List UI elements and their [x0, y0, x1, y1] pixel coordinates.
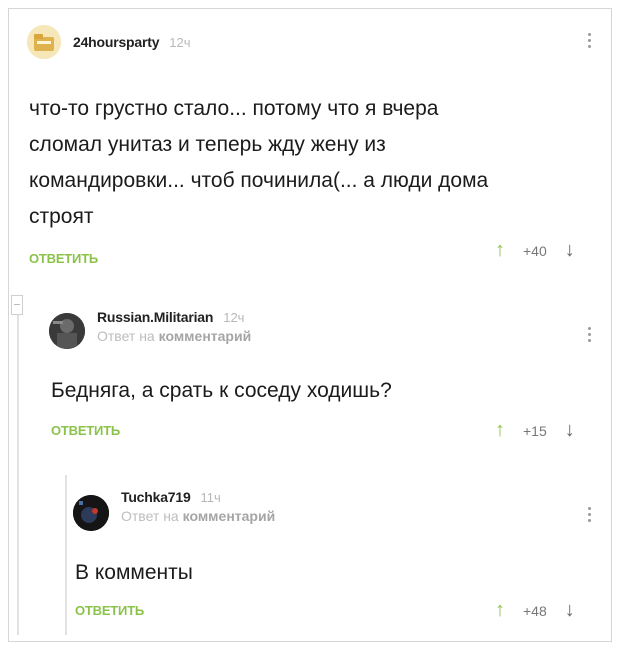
reply-to-link[interactable]: комментарий: [183, 508, 276, 524]
comment-2-meta: Russian.Militarian 12ч Ответ на коммента…: [97, 309, 251, 344]
comment-text-line: Бедняга, а срать к соседу ходишь?: [51, 379, 392, 402]
timestamp: 12ч: [169, 34, 191, 50]
comment-text: В комменты: [75, 555, 595, 591]
upvote-arrow-icon[interactable]: ↑: [495, 239, 505, 262]
comment-text: Бедняга, а срать к соседу ходишь?: [51, 373, 591, 409]
folder-avatar-icon[interactable]: [27, 25, 61, 59]
reply-to-line: Ответ на комментарий: [121, 508, 275, 524]
comment-3-header: Tuchka719 11ч Ответ на комментарий: [73, 489, 597, 531]
vote-block: ↑ +15 ↓: [495, 419, 575, 442]
comment-1: 24hoursparty 12ч что-то грустно стало...…: [27, 25, 597, 266]
downvote-arrow-icon[interactable]: ↓: [565, 599, 575, 622]
comment-1-header: 24hoursparty 12ч: [27, 25, 597, 59]
username[interactable]: 24hoursparty: [73, 34, 159, 50]
reply-button[interactable]: ОТВЕТИТЬ: [51, 423, 120, 438]
upvote-arrow-icon[interactable]: ↑: [495, 419, 505, 442]
reply-to-link[interactable]: комментарий: [159, 328, 252, 344]
comment-3-meta: Tuchka719 11ч Ответ на комментарий: [121, 489, 275, 524]
collapse-thread-button[interactable]: [11, 295, 23, 315]
reply-to-prefix: Ответ на: [97, 328, 155, 344]
downvote-arrow-icon[interactable]: ↓: [565, 419, 575, 442]
timestamp: 11ч: [200, 489, 221, 505]
downvote-arrow-icon[interactable]: ↓: [565, 239, 575, 262]
comment-text-line: что-то грустно стало... потому что я вче…: [29, 97, 439, 120]
username[interactable]: Russian.Militarian: [97, 309, 213, 325]
dark-avatar-icon[interactable]: [73, 495, 109, 531]
more-options-icon[interactable]: [587, 31, 591, 49]
reply-to-line: Ответ на комментарий: [97, 328, 251, 344]
thread-line: [65, 475, 67, 635]
comment-text: что-то грустно стало... потому что я вче…: [29, 91, 589, 235]
comment-text-line: В комменты: [75, 561, 193, 584]
reply-button[interactable]: ОТВЕТИТЬ: [75, 603, 144, 618]
reply-to-prefix: Ответ на: [121, 508, 179, 524]
timestamp: 12ч: [223, 309, 245, 325]
soldier-avatar-icon[interactable]: [49, 313, 85, 349]
vote-count: +15: [523, 422, 547, 439]
more-options-icon[interactable]: [587, 505, 591, 523]
more-options-icon[interactable]: [587, 325, 591, 343]
vote-count: +40: [523, 242, 547, 259]
reply-button[interactable]: ОТВЕТИТЬ: [29, 251, 98, 266]
vote-block: ↑ +48 ↓: [495, 599, 575, 622]
comment-2-header: Russian.Militarian 12ч Ответ на коммента…: [49, 309, 597, 349]
comment-text-line: строят: [29, 205, 94, 228]
upvote-arrow-icon[interactable]: ↑: [495, 599, 505, 622]
comment-text-line: сломал унитаз и теперь жду жену из: [29, 133, 386, 156]
vote-count: +48: [523, 602, 547, 619]
comment-thread: 24hoursparty 12ч что-то грустно стало...…: [8, 8, 612, 642]
username[interactable]: Tuchka719: [121, 489, 191, 505]
vote-block: ↑ +40 ↓: [495, 239, 575, 262]
comment-text-line: командировки... чтоб починила(... а люди…: [29, 169, 489, 192]
thread-line: [17, 315, 19, 635]
